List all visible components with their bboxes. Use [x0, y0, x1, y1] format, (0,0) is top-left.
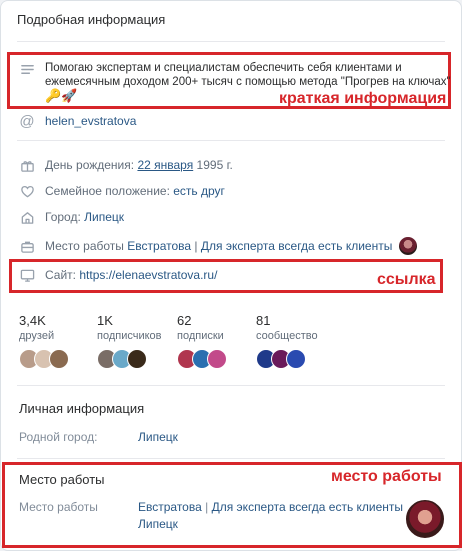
- annotation-label-work: место работы: [331, 468, 442, 485]
- menu-lines-icon: [19, 61, 35, 77]
- site-row: Сайт: https://elenaevstratova.ru/: [19, 267, 217, 283]
- stat-count: 1K: [97, 313, 113, 328]
- birthday-label: День рождения:: [45, 158, 135, 172]
- work-group-link[interactable]: Для эксперта всегда есть клиенты: [201, 239, 392, 253]
- about-text-line2: ежемесячным доходом 200+ тысяч с помощью…: [45, 76, 451, 88]
- stat-communities[interactable]: 81 сообщество: [256, 313, 318, 342]
- site-label: Сайт:: [45, 268, 77, 282]
- work-section-avatar[interactable]: [405, 499, 445, 539]
- card-title: Подробная информация: [17, 12, 166, 27]
- work-section-label: Место работы: [19, 500, 98, 514]
- work-group-avatar[interactable]: [398, 236, 419, 256]
- city-label: Город:: [45, 210, 81, 224]
- work-section-title: Место работы: [19, 472, 105, 487]
- at-sign-icon: @: [19, 112, 35, 130]
- birthday-row: День рождения: 22 января 1995 г.: [19, 157, 233, 173]
- work-row: Место работы Евстратова | Для эксперта в…: [19, 236, 419, 256]
- birthday-year: 1995 г.: [196, 158, 233, 172]
- city-link[interactable]: Липецк: [84, 210, 124, 224]
- work-section-separator: |: [205, 500, 209, 514]
- heart-icon: [19, 183, 35, 199]
- followers-avatars: [97, 349, 147, 369]
- subscriptions-avatars: [177, 349, 227, 369]
- site-link[interactable]: https://elenaevstratova.ru/: [79, 268, 217, 282]
- birthday-date-link[interactable]: 22 января: [137, 158, 193, 172]
- stat-label: сообщество: [256, 330, 318, 342]
- work-section-city-link[interactable]: Липецк: [138, 517, 178, 531]
- annotation-label-about: краткая информация: [279, 90, 447, 107]
- stat-subscriptions[interactable]: 62 подписки: [177, 313, 224, 342]
- friends-avatars: [19, 349, 69, 369]
- avatar[interactable]: [127, 349, 147, 369]
- stat-label: подписчиков: [97, 330, 162, 342]
- work-section-value: Евстратова | Для эксперта всегда есть кл…: [138, 500, 403, 514]
- hometown-link[interactable]: Липецк: [138, 430, 178, 444]
- avatar[interactable]: [207, 349, 227, 369]
- avatar[interactable]: [286, 349, 306, 369]
- stat-label: подписки: [177, 330, 224, 342]
- hometown-label: Родной город:: [19, 430, 98, 444]
- stat-label: друзей: [19, 330, 55, 342]
- about-text-line1: Помогаю экспертам и специалистам обеспеч…: [45, 62, 402, 74]
- divider: [17, 385, 445, 386]
- stat-count: 3,4K: [19, 313, 46, 328]
- monitor-icon: [19, 267, 35, 283]
- stat-followers[interactable]: 1K подписчиков: [97, 313, 162, 342]
- stat-count: 81: [256, 313, 271, 328]
- stat-friends[interactable]: 3,4K друзей: [19, 313, 54, 342]
- family-row: Семейное положение: есть друг: [19, 183, 225, 199]
- personal-info-title: Личная информация: [19, 401, 145, 416]
- profile-info-card: Подробная информация Помогаю экспертам и…: [0, 0, 462, 551]
- username-row: @ helen_evstratova: [19, 112, 136, 130]
- work-name-link[interactable]: Евстратова: [127, 239, 191, 253]
- work-label: Место работы: [45, 239, 124, 253]
- briefcase-icon: [19, 238, 35, 254]
- family-label: Семейное положение:: [45, 184, 170, 198]
- city-row: Город: Липецк: [19, 209, 124, 225]
- divider: [17, 458, 445, 459]
- stat-count: 62: [177, 313, 192, 328]
- divider: [17, 140, 445, 141]
- username-link[interactable]: helen_evstratova: [45, 114, 136, 128]
- work-separator: |: [194, 239, 198, 253]
- divider: [17, 41, 445, 42]
- communities-avatars: [256, 349, 306, 369]
- family-value[interactable]: есть друг: [173, 184, 225, 198]
- work-section-name-link[interactable]: Евстратова: [138, 500, 202, 514]
- avatar[interactable]: [49, 349, 69, 369]
- house-icon: [19, 209, 35, 225]
- annotation-label-site: ссылка: [377, 271, 436, 288]
- gift-icon: [19, 157, 35, 173]
- work-section-group-link[interactable]: Для эксперта всегда есть клиенты: [212, 500, 403, 514]
